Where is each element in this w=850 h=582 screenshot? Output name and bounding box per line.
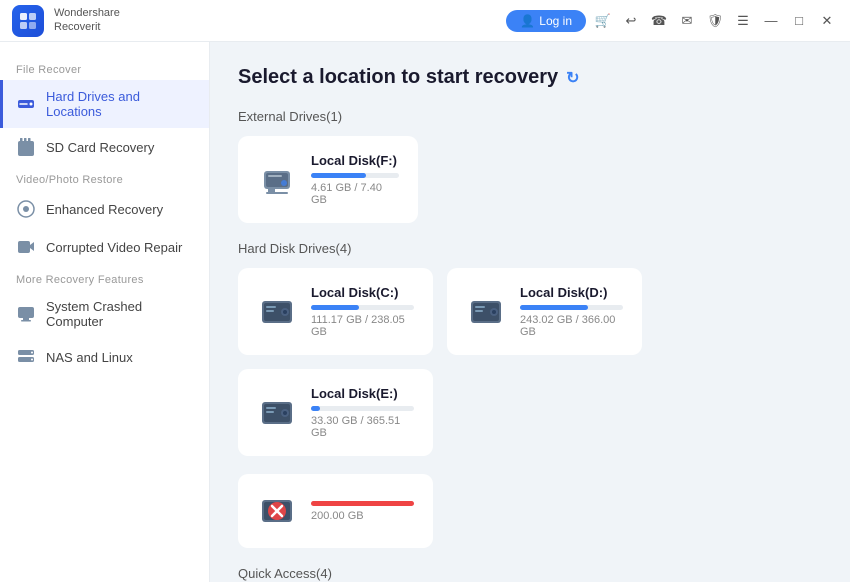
title-bar: Wondershare Recoverit 👤 Log in 🛒 ↩ ☎ ✉ 🛡… (0, 0, 850, 42)
sidebar-item-enhanced-recovery[interactable]: Enhanced Recovery (0, 190, 209, 228)
hdd-row-1: Local Disk(C:) 111.17 GB / 238.05 GB (238, 268, 822, 456)
drive-c-name: Local Disk(C:) (311, 285, 414, 300)
sidebar-item-sd-card-label: SD Card Recovery (46, 140, 154, 155)
app-logo (12, 5, 44, 37)
nas-linux-icon (16, 347, 36, 367)
drive-d-name: Local Disk(D:) (520, 285, 623, 300)
hdd-row-2: 200.00 GB (238, 474, 822, 548)
drive-c-size: 111.17 GB / 238.05 GB (311, 314, 414, 338)
corrupted-video-icon (16, 237, 36, 257)
drive-e-info: Local Disk(E:) 33.30 GB / 365.51 GB (311, 386, 414, 439)
mail-icon[interactable]: ✉ (676, 10, 698, 32)
hdd-label: Hard Disk Drives(4) (238, 241, 822, 256)
sidebar-item-system-crashed[interactable]: System Crashed Computer (0, 290, 209, 338)
enhanced-recovery-icon (16, 199, 36, 219)
corrupted-drive-info: 200.00 GB (311, 501, 414, 522)
sidebar-item-hard-drives-label: Hard Drives and Locations (46, 89, 193, 119)
drive-d-size: 243.02 GB / 366.00 GB (520, 314, 623, 338)
hdd-c-icon (257, 292, 297, 332)
drive-card-corrupted[interactable]: 200.00 GB (238, 474, 433, 548)
hard-drives-icon (16, 94, 36, 114)
sidebar-item-enhanced-label: Enhanced Recovery (46, 202, 163, 217)
shield-icon[interactable]: 🛡 (704, 10, 726, 32)
close-icon[interactable]: ✕ (816, 10, 838, 32)
drive-card-d[interactable]: Local Disk(D:) 243.02 GB / 366.00 GB (447, 268, 642, 355)
menu-icon[interactable]: ☰ (732, 10, 754, 32)
cart-icon[interactable]: 🛒 (592, 10, 614, 32)
external-drives-label: External Drives(1) (238, 109, 822, 124)
drive-f-bar-bg (311, 173, 399, 178)
drive-e-name: Local Disk(E:) (311, 386, 414, 401)
back-icon[interactable]: ↩ (620, 10, 642, 32)
sidebar-item-corrupted-label: Corrupted Video Repair (46, 240, 182, 255)
app-brand: Wondershare Recoverit (12, 5, 120, 37)
sidebar-section-video-photo: Video/Photo Restore (0, 166, 209, 190)
drive-e-size: 33.30 GB / 365.51 GB (311, 415, 414, 439)
corrupted-bar-fill (311, 501, 414, 506)
refresh-icon[interactable]: ↻ (566, 68, 579, 88)
quick-access-label: Quick Access(4) (238, 566, 822, 581)
maximize-icon[interactable]: □ (788, 10, 810, 32)
sidebar-item-system-crashed-label: System Crashed Computer (46, 299, 193, 329)
drive-card-c[interactable]: Local Disk(C:) 111.17 GB / 238.05 GB (238, 268, 433, 355)
sidebar-item-nas-linux[interactable]: NAS and Linux (0, 338, 209, 376)
drive-f-bar-fill (311, 173, 366, 178)
sd-card-icon (16, 137, 36, 157)
corrupted-drive-icon (257, 491, 297, 531)
sidebar-item-sd-card[interactable]: SD Card Recovery (0, 128, 209, 166)
minimize-icon[interactable]: — (760, 10, 782, 32)
system-crashed-icon (16, 304, 36, 324)
hdd-e-icon (257, 393, 297, 433)
sidebar-item-corrupted-video[interactable]: Corrupted Video Repair (0, 228, 209, 266)
sidebar-item-nas-linux-label: NAS and Linux (46, 350, 133, 365)
drive-d-bar-fill (520, 305, 588, 310)
page-title: Select a location to start recovery ↻ (238, 66, 822, 89)
main-layout: File Recover Hard Drives and Locations (0, 42, 850, 582)
drive-card-f[interactable]: Local Disk(F:) 4.61 GB / 7.40 GB (238, 136, 418, 223)
app-name: Wondershare Recoverit (54, 7, 120, 33)
login-button[interactable]: 👤 Log in (506, 10, 586, 32)
title-bar-icons: 👤 Log in 🛒 ↩ ☎ ✉ 🛡 ☰ — □ ✕ (506, 10, 838, 32)
drive-f-info: Local Disk(F:) 4.61 GB / 7.40 GB (311, 153, 399, 206)
drive-e-bar-fill (311, 406, 320, 411)
external-drives-row: Local Disk(F:) 4.61 GB / 7.40 GB (238, 136, 822, 223)
content-area: Select a location to start recovery ↻ Ex… (210, 42, 850, 582)
phone-icon[interactable]: ☎ (648, 10, 670, 32)
corrupted-size: 200.00 GB (311, 510, 414, 522)
hdd-d-icon (466, 292, 506, 332)
external-drive-icon (257, 160, 297, 200)
drive-d-info: Local Disk(D:) 243.02 GB / 366.00 GB (520, 285, 623, 338)
drive-c-info: Local Disk(C:) 111.17 GB / 238.05 GB (311, 285, 414, 338)
sidebar-item-hard-drives[interactable]: Hard Drives and Locations (0, 80, 209, 128)
drive-c-bar-bg (311, 305, 414, 310)
sidebar-section-more-recovery: More Recovery Features (0, 266, 209, 290)
drive-e-bar-bg (311, 406, 414, 411)
drive-d-bar-bg (520, 305, 623, 310)
corrupted-bar-bg (311, 501, 414, 506)
drive-c-bar-fill (311, 305, 359, 310)
sidebar-section-file-recover: File Recover (0, 56, 209, 80)
drive-card-e[interactable]: Local Disk(E:) 33.30 GB / 365.51 GB (238, 369, 433, 456)
drive-f-name: Local Disk(F:) (311, 153, 399, 168)
drive-f-size: 4.61 GB / 7.40 GB (311, 182, 399, 206)
sidebar: File Recover Hard Drives and Locations (0, 42, 210, 582)
